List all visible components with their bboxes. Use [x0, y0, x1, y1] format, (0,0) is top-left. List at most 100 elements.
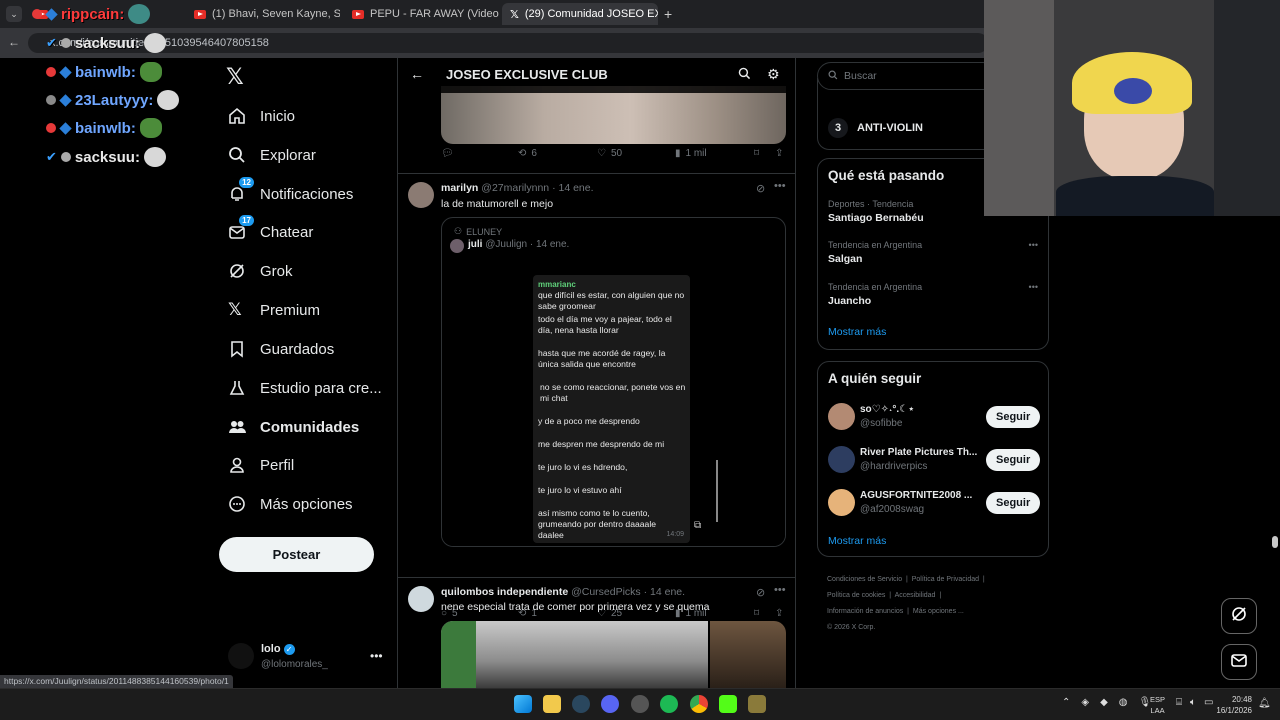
- nav-item-grok[interactable]: Grok: [218, 252, 303, 290]
- address-bar[interactable]: x.com/i/communities/1851039546407805158: [28, 33, 988, 53]
- nav-item-notifications[interactable]: 12 Notificaciones: [218, 175, 363, 213]
- post-image[interactable]: [441, 86, 786, 144]
- follow-button[interactable]: Seguir: [986, 449, 1041, 471]
- system-tray[interactable]: ⌃ ◈ ◆ ◍ 🎙︎: [1062, 697, 1151, 708]
- post-image[interactable]: [441, 621, 708, 688]
- new-tab-icon[interactable]: +: [664, 6, 672, 22]
- discord-icon[interactable]: [601, 695, 619, 713]
- avatar[interactable]: [408, 586, 434, 612]
- like-button[interactable]: ♡ 50: [597, 148, 622, 159]
- reply-button[interactable]: 💬︎: [441, 148, 459, 159]
- avatar: [228, 643, 254, 669]
- browser-tab-active[interactable]: 𝕏 (29) Comunidad JOSEO EXCLUS ✕: [502, 3, 658, 25]
- nav-item-explore[interactable]: Explorar: [218, 136, 326, 174]
- bookmark-icon: [228, 340, 246, 358]
- chevron-up-icon: ⌃: [1062, 697, 1071, 708]
- language-indicator[interactable]: ESP LAA: [1150, 694, 1165, 716]
- gear-icon[interactable]: ⚙: [767, 66, 780, 83]
- chrome-icon[interactable]: [690, 695, 708, 713]
- nav-item-bookmarks[interactable]: Guardados: [218, 330, 344, 368]
- show-more-link[interactable]: Mostrar más: [828, 326, 886, 338]
- x-logo-icon[interactable]: 𝕏: [226, 64, 244, 90]
- app-icon[interactable]: [631, 695, 649, 713]
- check-badge-icon: ✔: [46, 149, 57, 164]
- spotify-icon[interactable]: [660, 695, 678, 713]
- account-switcher[interactable]: lolo ✓ @lolomorales_ •••: [228, 643, 388, 675]
- follow-button[interactable]: Seguir: [986, 406, 1041, 428]
- pepe-emote-icon: [139, 118, 162, 138]
- more-options-icon[interactable]: •••: [774, 584, 786, 596]
- more-options-icon[interactable]: •••: [1029, 240, 1038, 250]
- grok-icon: [1230, 605, 1248, 628]
- avatar: [828, 489, 855, 516]
- post[interactable]: quilombos independiente @CursedPicks · 1…: [398, 578, 795, 688]
- kick-icon[interactable]: [719, 695, 737, 713]
- repost-button[interactable]: ⟲ 6: [518, 148, 537, 159]
- grok-floating-button[interactable]: [1221, 598, 1257, 634]
- avatar[interactable]: [408, 182, 434, 208]
- ranking-row[interactable]: 3 ANTI-VIOLIN: [828, 118, 923, 138]
- quoted-post[interactable]: ⚇ ELUNEY juli @Juulign · 14 ene. mmarian…: [441, 217, 786, 547]
- browser-tab[interactable]: (1) Bhavi, Seven Kayne, Shako ✕: [186, 3, 340, 25]
- webcam-feed: [984, 0, 1280, 216]
- show-more-link[interactable]: Mostrar más: [828, 535, 886, 547]
- nav-item-chat[interactable]: 17 Chatear: [218, 213, 323, 251]
- page-title: JOSEO EXCLUSIVE CLUB: [446, 67, 608, 82]
- chat-message: ✔ sacksuu:: [46, 33, 166, 53]
- clock[interactable]: 20:48 16/1/2026: [1212, 694, 1252, 716]
- nav-item-premium[interactable]: 𝕏 Premium: [218, 291, 330, 329]
- badge-icon: [46, 67, 56, 77]
- trend-item[interactable]: Tendencia en Argentina Juancho •••: [828, 282, 1040, 307]
- post-image[interactable]: mmarianc que difícil es estar, con algui…: [442, 260, 785, 546]
- nav-item-creator-studio[interactable]: Estudio para cre...: [218, 369, 392, 407]
- network-icon: ⌸: [1176, 697, 1182, 708]
- post[interactable]: marilyn @27marilynnn · 14 ene. ⊘ ••• la …: [398, 174, 795, 619]
- messages-floating-button[interactable]: [1221, 644, 1257, 680]
- browser-tab[interactable]: PEPU - FAR AWAY (Video Oficia ✕: [344, 3, 500, 25]
- message-count-badge: 17: [239, 215, 254, 226]
- flask-icon: [228, 379, 246, 397]
- nav-item-more[interactable]: Más opciones: [218, 485, 363, 523]
- rank-badge: 3: [828, 118, 848, 138]
- scrollbar-thumb[interactable]: [1272, 536, 1278, 548]
- tray-status-icons[interactable]: ⌸ 🔈︎ ▭: [1176, 697, 1213, 708]
- badge-icon: [59, 65, 72, 79]
- bookmark-button[interactable]: ⌑: [754, 148, 759, 159]
- post-image[interactable]: [710, 621, 786, 688]
- pepe-emote-icon: [139, 62, 162, 82]
- sticker-icon: ⧉: [694, 520, 702, 531]
- follow-button[interactable]: Seguir: [986, 492, 1041, 514]
- share-button[interactable]: ⇪: [775, 148, 783, 159]
- file-explorer-icon[interactable]: [543, 695, 561, 713]
- trend-item[interactable]: Tendencia en Argentina Salgan •••: [828, 240, 1040, 265]
- section-title: A quién seguir: [828, 371, 922, 386]
- grok-icon[interactable]: ⊘: [756, 182, 765, 195]
- emote-icon: [157, 90, 180, 110]
- notification-bell-icon[interactable]: 🔔︎: [1258, 698, 1271, 709]
- nav-item-communities[interactable]: Comunidades: [218, 408, 369, 446]
- badge-icon: [46, 123, 56, 133]
- windows-start-icon[interactable]: [514, 695, 532, 713]
- more-options-icon[interactable]: •••: [774, 180, 786, 192]
- post-button[interactable]: Postear: [219, 537, 374, 572]
- nav-item-home[interactable]: Inicio: [218, 97, 305, 135]
- grok-icon[interactable]: ⊘: [756, 586, 765, 599]
- steam-icon[interactable]: [572, 695, 590, 713]
- nav-item-profile[interactable]: Perfil: [218, 446, 304, 484]
- more-options-icon[interactable]: •••: [370, 649, 383, 663]
- scroll-indicator: [716, 460, 718, 522]
- more-circle-icon: [228, 495, 246, 513]
- more-options-icon[interactable]: •••: [1029, 282, 1038, 292]
- notification-count-badge: 12: [239, 177, 254, 188]
- back-arrow-icon[interactable]: ←: [410, 66, 424, 82]
- follow-suggestion[interactable]: River Plate Pictures Th... @hardriverpic…: [828, 445, 1041, 475]
- follow-suggestion[interactable]: AGUSFORTNITE2008 ... @af2008swag Seguir: [828, 488, 1041, 518]
- follow-suggestion[interactable]: so♡✧˖°.☾⋆ @sofibbe Seguir: [828, 402, 1041, 432]
- views-button[interactable]: ▮ 1 mil: [675, 148, 707, 159]
- search-icon[interactable]: [738, 67, 751, 85]
- tab-list-button[interactable]: ⌄: [6, 6, 22, 22]
- avatar[interactable]: [450, 239, 464, 253]
- chat-message: ✔ sacksuu:: [46, 147, 166, 167]
- back-arrow-icon[interactable]: ←: [8, 35, 20, 49]
- app-icon[interactable]: [748, 695, 766, 713]
